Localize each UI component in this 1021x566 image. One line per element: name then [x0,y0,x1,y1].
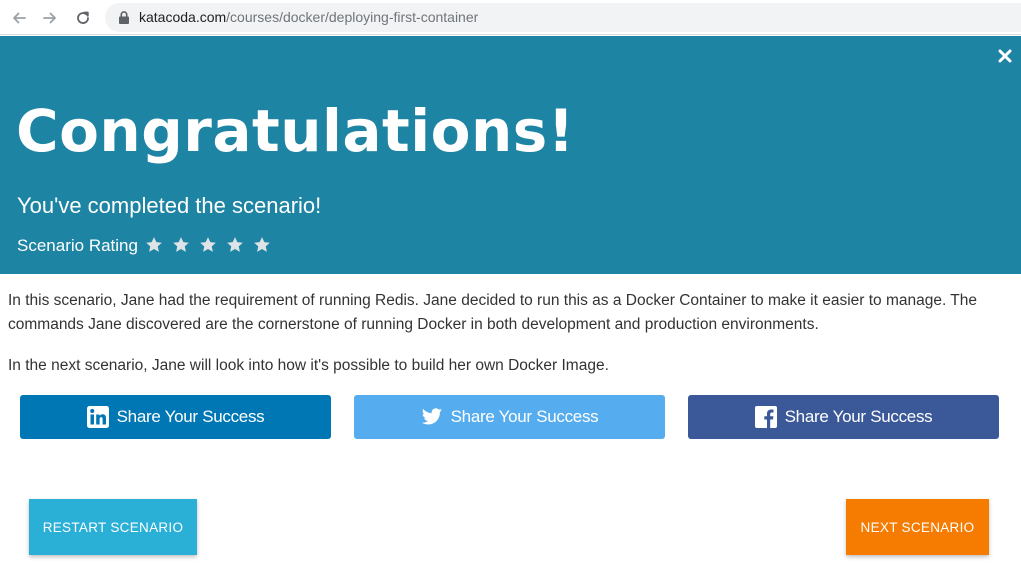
star-icon[interactable] [145,236,163,254]
back-button[interactable] [7,6,31,30]
page-title: Congratulations! [16,97,575,165]
share-facebook-label: Share Your Success [784,407,933,426]
facebook-icon [754,406,777,428]
share-twitter-label: Share Your Success [450,407,599,426]
rating-label: Scenario Rating [17,236,138,255]
url-text: katacoda.com/courses/docker/deploying-fi… [139,9,478,26]
next-scenario-button[interactable]: NEXT SCENARIO [846,499,989,555]
share-linkedin-button[interactable]: Share Your Success [20,395,331,439]
forward-button[interactable] [38,6,62,30]
reload-icon [77,11,89,24]
star-icon[interactable] [226,236,244,254]
url-path: /courses/docker/deploying-first-containe… [226,9,479,25]
share-linkedin-label: Share Your Success [116,407,265,426]
share-twitter-button[interactable]: Share Your Success [354,395,665,439]
star-icon[interactable] [199,236,217,254]
close-x-glyph [998,49,1012,63]
twitter-icon [421,408,442,425]
url-host: katacoda.com [139,9,227,25]
star-icon[interactable] [172,236,190,254]
congratulations-banner: Congratulations! You've completed the sc… [0,36,1021,274]
completion-subtitle: You've completed the scenario! [17,193,322,218]
browser-toolbar: katacoda.com/courses/docker/deploying-fi… [0,0,1021,35]
arrow-left-icon [13,12,26,24]
star-rating[interactable] [145,236,271,256]
arrow-right-icon [43,12,56,24]
close-icon[interactable] [995,46,1015,66]
restart-scenario-button[interactable]: RESTART SCENARIO [29,499,197,555]
share-facebook-button[interactable]: Share Your Success [688,395,999,439]
lock-icon [119,11,129,24]
linkedin-icon [86,406,109,428]
summary-paragraph: In this scenario, Jane had the requireme… [8,292,978,333]
next-scenario-paragraph: In the next scenario, Jane will look int… [8,357,609,374]
star-icon[interactable] [253,236,271,254]
reload-button[interactable] [71,6,95,30]
address-bar[interactable]: katacoda.com/courses/docker/deploying-fi… [105,3,1021,32]
